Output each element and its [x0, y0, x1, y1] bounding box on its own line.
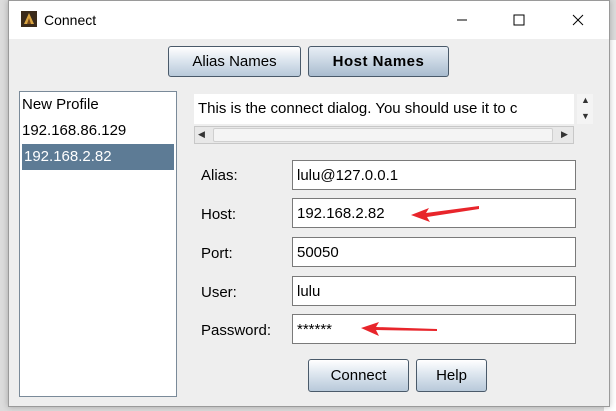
window-title: Connect — [44, 12, 97, 28]
port-label: Port: — [201, 245, 233, 262]
port-field[interactable] — [292, 237, 576, 267]
tab-alias-names[interactable]: Alias Names — [168, 46, 301, 77]
scroll-up-icon[interactable]: ▲ — [581, 95, 590, 105]
vertical-scrollbar[interactable]: ▲ ▼ — [577, 94, 593, 124]
connect-dialog: Connect Alias Names Host Names New Profi… — [8, 0, 610, 407]
annotation-arrow-icon — [411, 206, 479, 222]
maximize-icon — [513, 14, 525, 26]
info-panel: This is the connect dialog. You should u… — [194, 94, 574, 147]
scroll-left-icon[interactable]: ◀ — [198, 129, 205, 140]
close-button[interactable] — [555, 1, 601, 39]
tab-host-names[interactable]: Host Names — [308, 46, 449, 77]
annotation-arrow-icon — [361, 322, 437, 336]
connect-button[interactable]: Connect — [308, 359, 409, 392]
scrollbar-thumb[interactable] — [213, 128, 553, 142]
list-item[interactable]: 192.168.86.129 — [20, 118, 176, 144]
minimize-icon — [457, 19, 467, 21]
minimize-button[interactable] — [439, 1, 485, 39]
profile-list: New Profile 192.168.86.129 192.168.2.82 — [19, 91, 177, 397]
dialog-content: Alias Names Host Names New Profile 192.1… — [9, 39, 609, 406]
alias-label: Alias: — [201, 167, 238, 184]
app-icon — [21, 11, 37, 27]
close-icon — [572, 14, 584, 26]
list-item-selected[interactable]: 192.168.2.82 — [22, 144, 174, 170]
list-item[interactable]: New Profile — [20, 92, 176, 118]
user-field[interactable] — [292, 276, 576, 306]
horizontal-scrollbar[interactable]: ◀ ▶ — [194, 126, 574, 144]
host-label: Host: — [201, 206, 237, 223]
user-label: User: — [201, 284, 237, 301]
scroll-down-icon[interactable]: ▼ — [581, 111, 590, 121]
maximize-button[interactable] — [496, 1, 542, 39]
title-bar: Connect — [9, 1, 609, 39]
help-button[interactable]: Help — [416, 359, 487, 392]
scroll-right-icon[interactable]: ▶ — [561, 129, 568, 140]
password-label: Password: — [201, 322, 272, 339]
alias-field[interactable] — [292, 160, 576, 190]
info-text: This is the connect dialog. You should u… — [194, 94, 574, 124]
